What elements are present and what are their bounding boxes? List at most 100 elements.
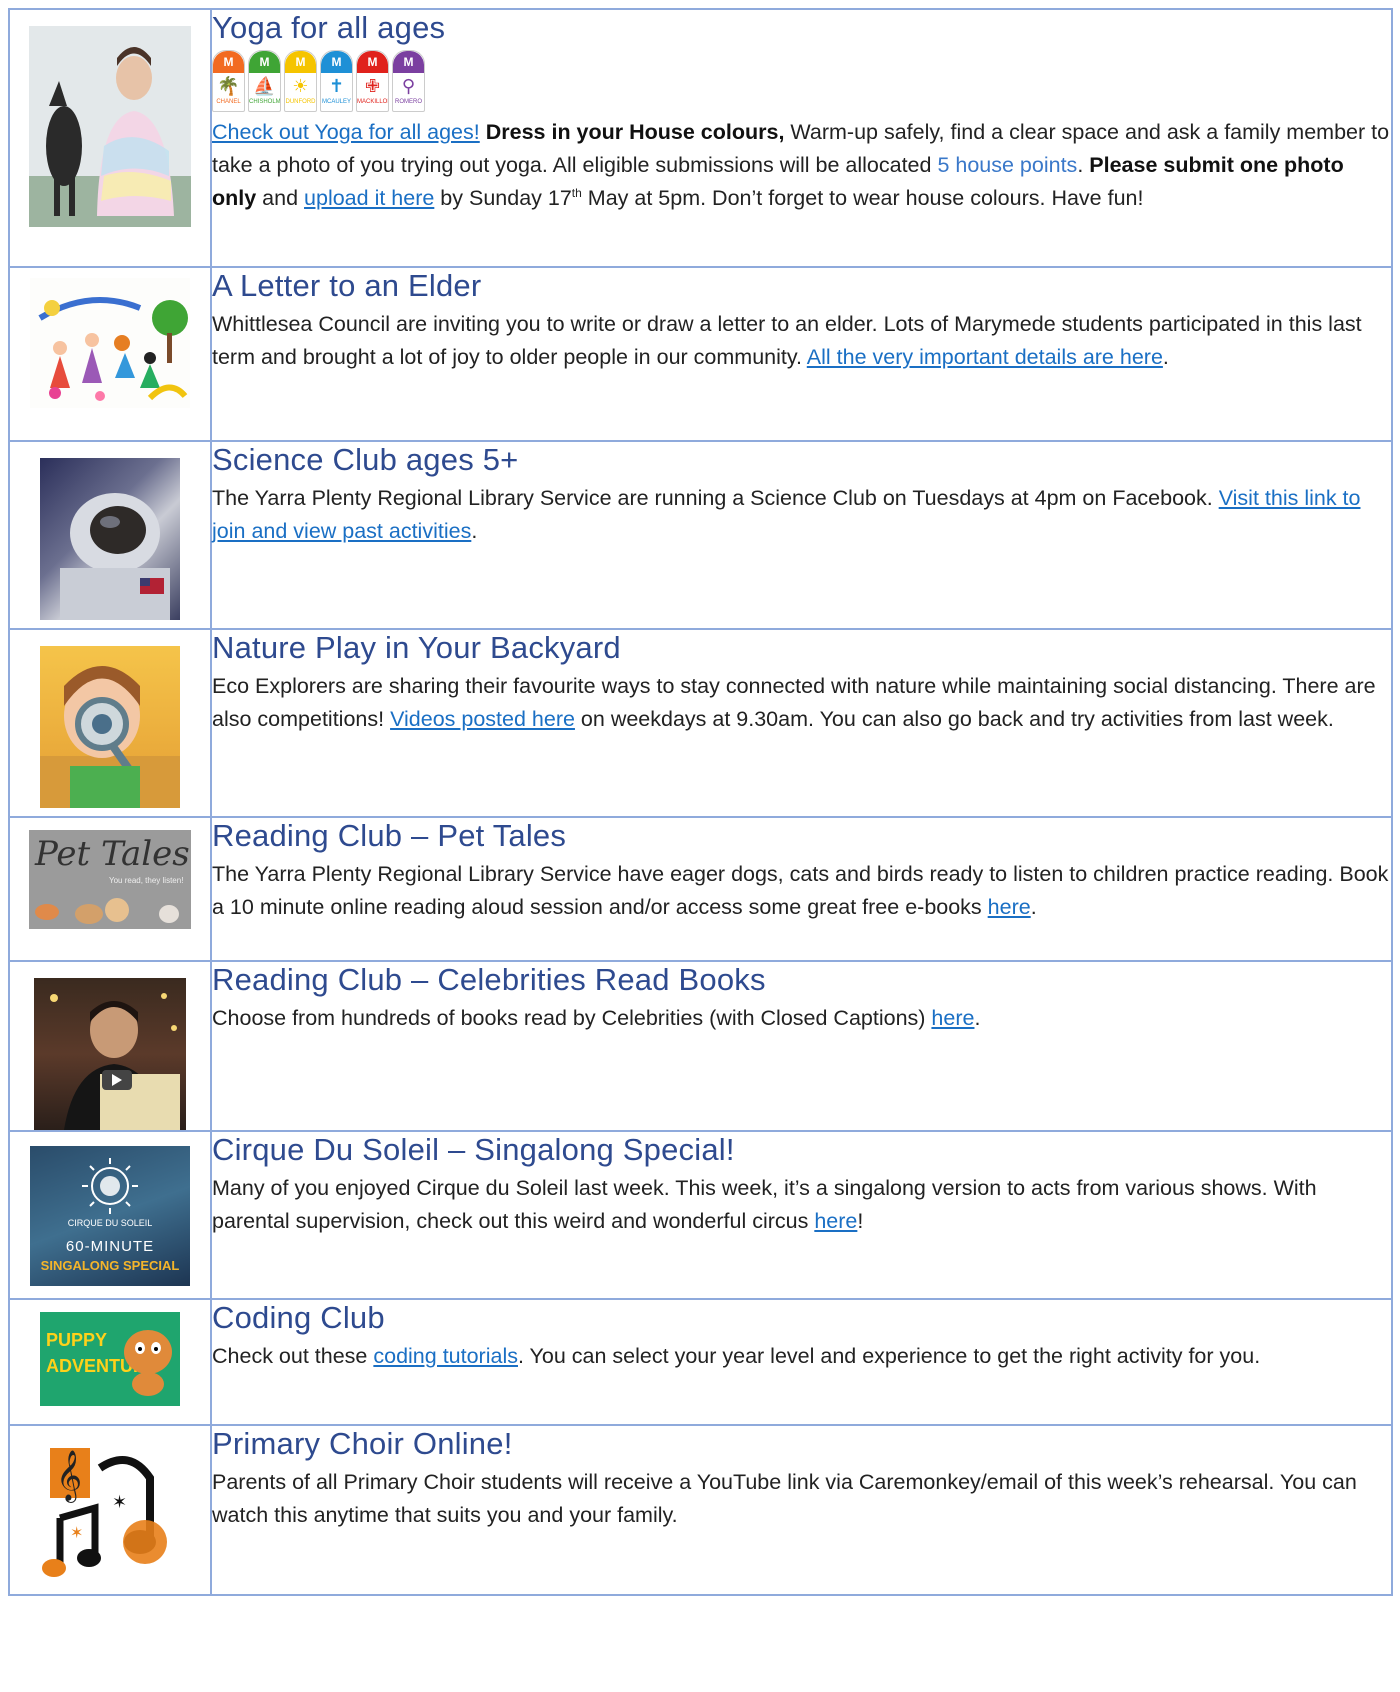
- svg-text:✶: ✶: [70, 1523, 83, 1542]
- upload-link[interactable]: upload it here: [304, 186, 434, 210]
- house-initial: M: [285, 51, 316, 73]
- cirque-image-line1: 60-MINUTE: [65, 1238, 155, 1255]
- children-drawing-illustration: [38, 297, 188, 401]
- svg-text:✶: ✶: [112, 1492, 127, 1513]
- svg-text:𝄞: 𝄞: [56, 1450, 82, 1503]
- thumb-cell: [8, 8, 212, 268]
- thumb-cell: CIRQUE DU SOLEIL 60-MINUTE SINGALONG SPE…: [8, 1130, 212, 1300]
- house-name: MCAULEY: [321, 99, 351, 105]
- content-cell: Primary Choir Online! Parents of all Pri…: [210, 1424, 1393, 1596]
- text: by Sunday 17: [434, 186, 572, 210]
- content-cell: Science Club ages 5+ The Yarra Plenty Re…: [210, 440, 1393, 630]
- activity-description: The Yarra Plenty Regional Library Servic…: [212, 858, 1391, 924]
- content-cell: Reading Club – Pet Tales The Yarra Plent…: [210, 816, 1393, 962]
- activity-row-pet-tales: Pet Tales You read, they listen! Reading…: [8, 816, 1393, 962]
- activity-row-science: Science Club ages 5+ The Yarra Plenty Re…: [8, 440, 1393, 630]
- activity-description: Whittlesea Council are inviting you to w…: [212, 308, 1391, 374]
- text: on weekdays at 9.30am. You can also go b…: [574, 707, 1334, 731]
- yoga-thumbnail: [29, 26, 191, 227]
- thumb-cell: [8, 628, 212, 818]
- text: Choose from hundreds of books read by Ce…: [212, 1006, 932, 1030]
- activities-table: Yoga for all ages M 🌴 CHANEL M ⛵ CHISHOLM M ☀ DU…: [8, 8, 1393, 1596]
- cirque-thumbnail: CIRQUE DU SOLEIL 60-MINUTE SINGALONG SPE…: [30, 1146, 190, 1286]
- activity-title: Reading Club – Pet Tales: [212, 818, 567, 853]
- content-cell: Coding Club Check out these coding tutor…: [210, 1298, 1393, 1426]
- yoga-photo-illustration: [29, 26, 191, 227]
- text: and: [256, 186, 305, 210]
- house-emblem-icon: ⛵: [253, 76, 276, 96]
- house-logo: M ✙ MACKILLOP: [356, 50, 389, 112]
- house-logo: M ✝ MCAULEY: [320, 50, 353, 112]
- activity-title: Primary Choir Online!: [212, 1426, 513, 1461]
- activity-title: Cirque Du Soleil – Singalong Special!: [212, 1132, 735, 1167]
- activity-title: Yoga for all ages: [212, 10, 446, 45]
- house-emblem-icon: ✙: [364, 76, 381, 96]
- content-cell: Cirque Du Soleil – Singalong Special! Ma…: [210, 1130, 1393, 1300]
- house-name: MACKILLOP: [357, 99, 389, 105]
- superscript: th: [571, 185, 582, 200]
- nature-thumbnail: [40, 646, 180, 808]
- pet-tales-thumbnail: Pet Tales You read, they listen!: [29, 830, 191, 929]
- thumb-cell: [8, 960, 212, 1132]
- thumb-cell: 𝄞 ✶ ✶: [8, 1424, 212, 1596]
- house-emblem-icon: 🌴: [217, 76, 240, 96]
- house-points-text: 5 house points: [937, 153, 1078, 177]
- activity-title: Nature Play in Your Backyard: [212, 630, 621, 665]
- text: !: [857, 1209, 864, 1233]
- text: .: [974, 1006, 981, 1030]
- house-logos: M 🌴 CHANEL M ⛵ CHISHOLM M ☀ DUNFORD M ✝ MCAULEY M ✙ MA…: [212, 50, 1391, 112]
- house-initial: M: [393, 51, 424, 73]
- cirque-brand-text: CIRQUE DU SOLEIL: [67, 1218, 153, 1228]
- house-initial: M: [249, 51, 280, 73]
- activity-title: A Letter to an Elder: [212, 268, 482, 303]
- puppy-icon: [124, 1330, 172, 1396]
- text: The Yarra Plenty Regional Library Servic…: [212, 862, 1389, 919]
- activity-row-cirque: CIRQUE DU SOLEIL 60-MINUTE SINGALONG SPE…: [8, 1130, 1393, 1300]
- activity-row-choir: 𝄞 ✶ ✶ Primary Choir Online! Parents of a…: [8, 1424, 1393, 1596]
- celebrity-reading-illustration: [50, 993, 180, 1130]
- yoga-link[interactable]: Check out Yoga for all ages!: [212, 120, 480, 144]
- cirque-link[interactable]: here: [814, 1209, 857, 1233]
- activity-title: Science Club ages 5+: [212, 442, 519, 477]
- text: .: [471, 519, 478, 543]
- science-thumbnail: [40, 458, 180, 620]
- thumb-cell: Pet Tales You read, they listen!: [8, 816, 212, 962]
- house-name: DUNFORD: [285, 99, 316, 105]
- activity-title: Coding Club: [212, 1300, 385, 1335]
- house-emblem-icon: ⚲: [401, 76, 416, 96]
- activity-description: Check out these coding tutorials. You ca…: [212, 1340, 1391, 1373]
- ebooks-link[interactable]: here: [988, 895, 1031, 919]
- bold-text: Dress in your House colours,: [485, 120, 785, 144]
- text: .: [1077, 153, 1090, 177]
- activity-row-coding: PUPPY ADVENTURE Coding Club Check out th…: [8, 1298, 1393, 1426]
- house-name: CHANEL: [216, 99, 241, 105]
- thumb-cell: PUPPY ADVENTURE: [8, 1298, 212, 1426]
- content-cell: Yoga for all ages M 🌴 CHANEL M ⛵ CHISHOLM M ☀ DU…: [210, 8, 1393, 268]
- letter-thumbnail: [30, 278, 190, 408]
- text: Whittlesea Council are inviting you to w…: [212, 312, 1362, 369]
- text: May at 5pm. Don’t forget to wear house c…: [581, 186, 1144, 210]
- house-initial: M: [213, 51, 244, 73]
- choir-thumbnail: 𝄞 ✶ ✶: [40, 1438, 180, 1578]
- videos-link[interactable]: Videos posted here: [390, 707, 575, 731]
- coding-link[interactable]: coding tutorials: [373, 1344, 518, 1368]
- text: .: [1162, 345, 1169, 369]
- activity-description: Eco Explorers are sharing their favourit…: [212, 670, 1391, 736]
- celebrities-link[interactable]: here: [931, 1006, 974, 1030]
- house-initial: M: [321, 51, 352, 73]
- explorer-girl-illustration: [40, 666, 180, 808]
- house-emblem-icon: ☀: [292, 76, 309, 96]
- activity-description: Check out Yoga for all ages! Dress in yo…: [212, 116, 1391, 215]
- text: Many of you enjoyed Cirque du Soleil las…: [212, 1176, 1317, 1233]
- house-logo: M ⛵ CHISHOLM: [248, 50, 281, 112]
- celebrities-thumbnail: [34, 978, 186, 1130]
- music-notes-icon: 𝄞 ✶ ✶: [42, 1448, 167, 1577]
- house-name: ROMERO: [395, 99, 422, 105]
- details-link[interactable]: All the very important details are here: [807, 345, 1163, 369]
- activity-description: Choose from hundreds of books read by Ce…: [212, 1002, 1391, 1035]
- thumb-cell: [8, 266, 212, 442]
- text: . You can select your year level and exp…: [517, 1344, 1261, 1368]
- thumb-cell: [8, 440, 212, 630]
- content-cell: A Letter to an Elder Whittlesea Council …: [210, 266, 1393, 442]
- activity-row-letter: A Letter to an Elder Whittlesea Council …: [8, 266, 1393, 442]
